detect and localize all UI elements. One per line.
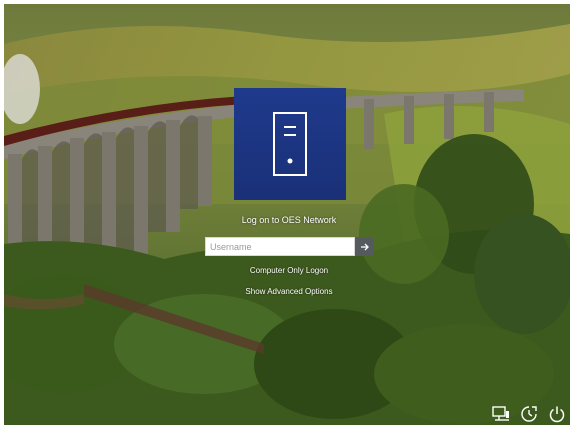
power-icon	[549, 406, 565, 423]
arrow-right-icon	[360, 243, 369, 250]
show-advanced-options-link[interactable]: Show Advanced Options	[184, 287, 394, 296]
logon-title: Log on to OES Network	[241, 215, 337, 225]
computer-tower-icon	[273, 112, 307, 176]
ease-of-access-button[interactable]	[520, 405, 538, 423]
network-icon	[492, 406, 509, 421]
user-tile	[234, 88, 346, 200]
ease-of-access-icon	[521, 406, 537, 422]
submit-button[interactable]	[355, 237, 374, 256]
login-form	[205, 237, 374, 256]
username-input[interactable]	[205, 237, 355, 256]
network-button[interactable]	[492, 405, 510, 423]
computer-only-logon-link[interactable]: Computer Only Logon	[184, 266, 394, 275]
logon-screen: Log on to OES Network Computer Only Logo…	[4, 4, 570, 425]
power-button[interactable]	[548, 405, 566, 423]
